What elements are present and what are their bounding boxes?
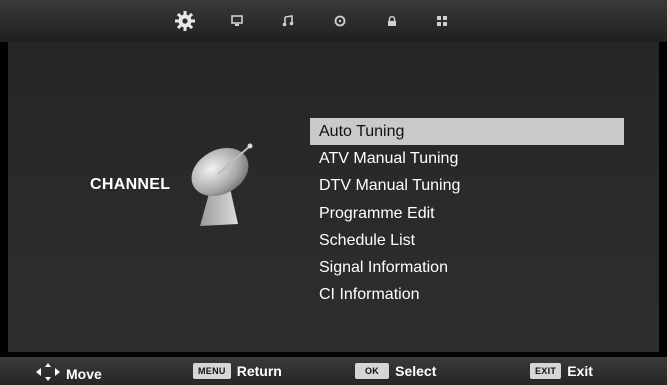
hint-exit-label: Exit	[567, 363, 593, 379]
satellite-dish-icon	[178, 128, 268, 228]
menu-item-dtv-manual-tuning[interactable]: DTV Manual Tuning	[310, 172, 624, 199]
hint-select-label: Select	[395, 363, 437, 379]
hint-return: MENU Return	[193, 363, 282, 379]
hint-exit: EXIT Exit	[530, 363, 593, 379]
hint-move: Move	[36, 363, 102, 384]
channel-menu-list: Auto Tuning ATV Manual Tuning DTV Manual…	[310, 118, 624, 308]
ok-key-badge: OK	[355, 363, 390, 379]
hint-return-label: Return	[236, 363, 282, 379]
lock-icon[interactable]	[380, 9, 404, 33]
menu-item-atv-manual-tuning[interactable]: ATV Manual Tuning	[310, 145, 624, 172]
menu-item-ci-information[interactable]: CI Information	[310, 281, 624, 308]
clock-icon[interactable]	[328, 9, 352, 33]
menu-item-signal-information[interactable]: Signal Information	[310, 254, 624, 281]
arrow-keys-icon	[36, 363, 60, 384]
exit-key-badge: EXIT	[530, 363, 562, 379]
grid-icon[interactable]	[430, 9, 454, 33]
monitor-icon[interactable]	[225, 9, 249, 33]
menu-key-badge: MENU	[193, 363, 231, 379]
gear-icon[interactable]	[173, 9, 197, 33]
menu-item-schedule-list[interactable]: Schedule List	[310, 227, 624, 254]
tv-menu-screen: CHANNEL Auto Tuning ATV Manual Tuning DT…	[0, 0, 667, 385]
menu-item-programme-edit[interactable]: Programme Edit	[310, 200, 624, 227]
hint-move-label: Move	[66, 365, 102, 382]
music-note-icon[interactable]	[276, 9, 300, 33]
menu-item-auto-tuning[interactable]: Auto Tuning	[310, 118, 624, 146]
key-hint-bar: Move MENU Return OK Select EXIT Exit	[0, 357, 667, 385]
hint-select: OK Select	[355, 363, 436, 379]
menu-category-bar	[0, 0, 667, 42]
category-title: CHANNEL	[90, 176, 171, 193]
